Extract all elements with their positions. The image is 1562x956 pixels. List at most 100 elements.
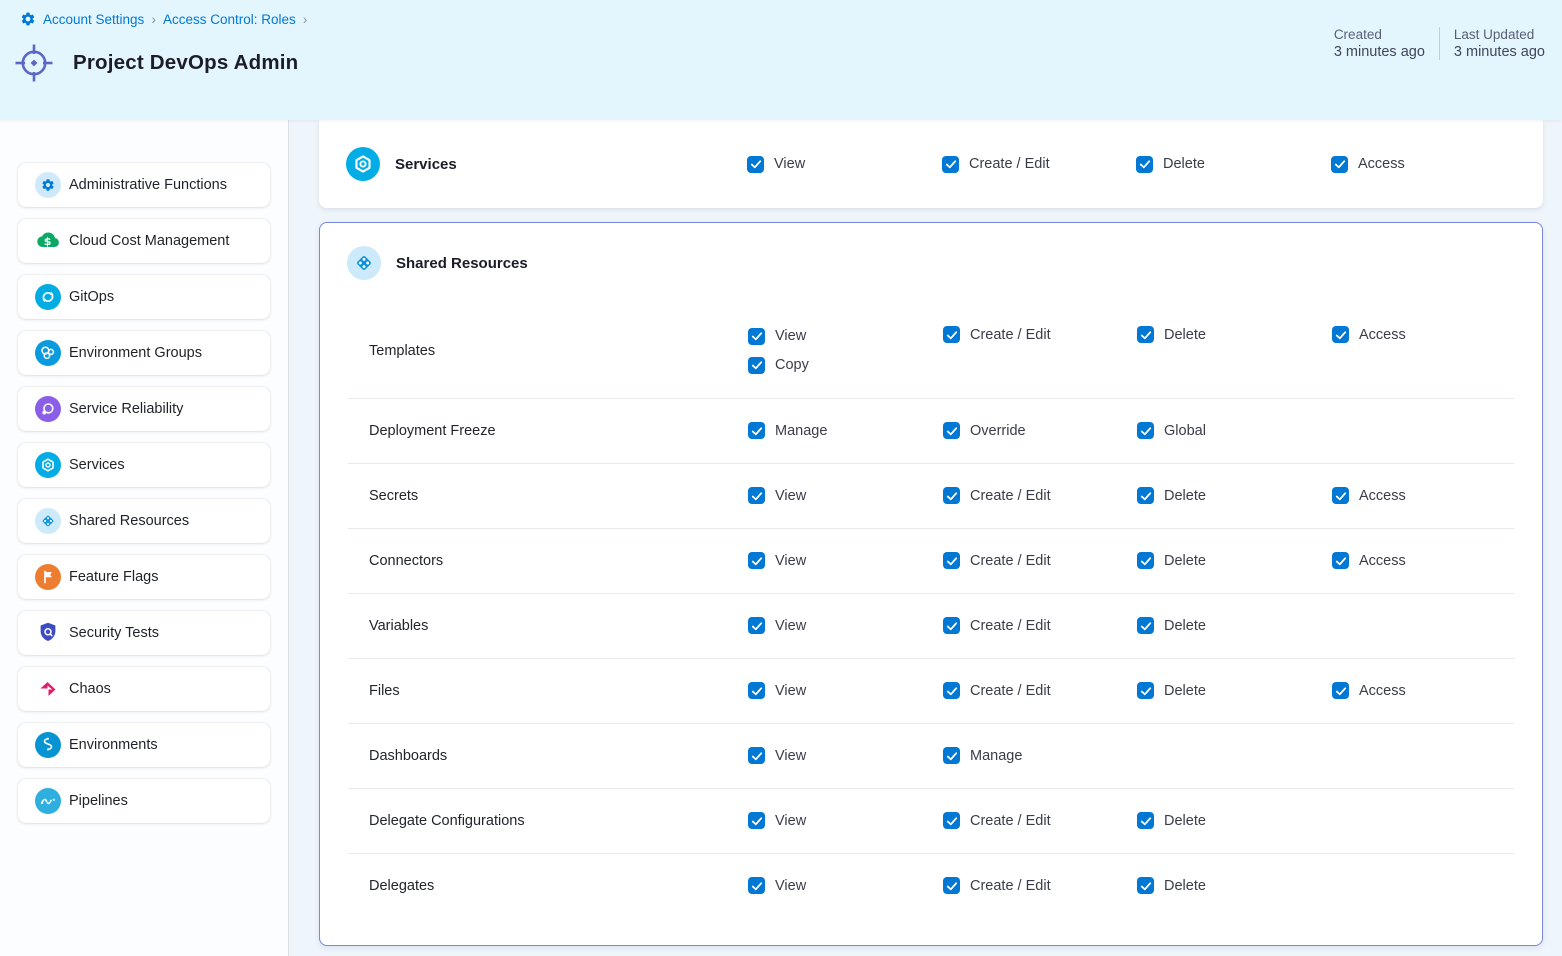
checkbox-services-access[interactable] [1331,156,1348,173]
permission-cell: Manage [943,747,1137,764]
created-block: Created 3 minutes ago [1334,27,1425,60]
permission-label: Create / Edit [970,327,1051,343]
permission-delegate-configurations-view[interactable]: View [748,812,806,829]
services-card: Services ViewCreate / EditDeleteAccess [319,120,1543,208]
permission-services-access[interactable]: Access [1331,156,1405,173]
checkbox-files-delete[interactable] [1137,682,1154,699]
permission-variables-create-edit[interactable]: Create / Edit [943,617,1051,634]
checkbox-files-access[interactable] [1332,682,1349,699]
checkbox-services-create-edit[interactable] [942,156,959,173]
permission-deployment-freeze-manage[interactable]: Manage [748,422,827,439]
checkbox-delegate-configurations-delete[interactable] [1137,812,1154,829]
permission-cell: Create / Edit [943,682,1137,699]
checkbox-deployment-freeze-override[interactable] [943,422,960,439]
breadcrumb-account-settings[interactable]: Account Settings [43,12,144,27]
checkbox-variables-delete[interactable] [1137,617,1154,634]
permission-templates-access[interactable]: Access [1332,326,1406,343]
permission-delegate-configurations-delete[interactable]: Delete [1137,812,1206,829]
permission-label: Manage [970,748,1022,764]
checkbox-templates-access[interactable] [1332,326,1349,343]
checkbox-connectors-delete[interactable] [1137,552,1154,569]
permission-row-variables: VariablesViewCreate / EditDelete [320,593,1542,658]
checkbox-files-view[interactable] [748,682,765,699]
sidebar-item-shared-resources[interactable]: Shared Resources [18,499,270,543]
breadcrumb-separator: › [303,12,308,26]
permission-templates-copy[interactable]: Copy [748,357,809,374]
checkbox-variables-create-edit[interactable] [943,617,960,634]
checkbox-connectors-access[interactable] [1332,552,1349,569]
permission-row-deployment-freeze: Deployment FreezeManageOverrideGlobal [320,398,1542,463]
checkbox-delegates-delete[interactable] [1137,877,1154,894]
sidebar-item-service-reliability[interactable]: Service Reliability [18,387,270,431]
permission-files-access[interactable]: Access [1332,682,1406,699]
checkbox-secrets-create-edit[interactable] [943,487,960,504]
checkbox-connectors-view[interactable] [748,552,765,569]
permission-label: View [775,748,806,764]
checkbox-deployment-freeze-manage[interactable] [748,422,765,439]
checkbox-delegates-view[interactable] [748,877,765,894]
permission-variables-view[interactable]: View [748,617,806,634]
checkbox-templates-create-edit[interactable] [943,326,960,343]
permission-secrets-access[interactable]: Access [1332,487,1406,504]
checkbox-delegate-configurations-create-edit[interactable] [943,812,960,829]
permission-connectors-access[interactable]: Access [1332,552,1406,569]
permission-secrets-view[interactable]: View [748,487,806,504]
permission-connectors-delete[interactable]: Delete [1137,552,1206,569]
sidebar-item-chaos[interactable]: Chaos [18,667,270,711]
sidebar-item-pipelines[interactable]: Pipelines [18,779,270,823]
checkbox-dashboards-view[interactable] [748,747,765,764]
shared-resources-card: Shared Resources TemplatesViewCopyCreate… [319,222,1543,946]
checkbox-delegates-create-edit[interactable] [943,877,960,894]
permission-templates-create-edit[interactable]: Create / Edit [943,326,1051,343]
permission-delegate-configurations-create-edit[interactable]: Create / Edit [943,812,1051,829]
checkbox-variables-view[interactable] [748,617,765,634]
permission-connectors-view[interactable]: View [748,552,806,569]
permission-files-view[interactable]: View [748,682,806,699]
permission-files-delete[interactable]: Delete [1137,682,1206,699]
sidebar-item-administrative-functions[interactable]: Administrative Functions [18,163,270,207]
page-title-row: Project DevOps Admin [11,40,298,86]
permission-label: Delete [1164,327,1206,343]
permission-deployment-freeze-global[interactable]: Global [1137,422,1206,439]
permission-cell: View [748,877,943,894]
checkbox-templates-copy[interactable] [748,357,765,374]
permission-services-create-edit[interactable]: Create / Edit [942,156,1050,173]
sidebar-item-cloud-cost-management[interactable]: $Cloud Cost Management [18,219,270,263]
permission-templates-view[interactable]: View [748,328,806,345]
checkbox-secrets-delete[interactable] [1137,487,1154,504]
sidebar-item-label: Cloud Cost Management [69,233,229,249]
permission-dashboards-view[interactable]: View [748,747,806,764]
checkbox-templates-view[interactable] [748,328,765,345]
sidebar-item-gitops[interactable]: GitOps [18,275,270,319]
permission-secrets-create-edit[interactable]: Create / Edit [943,487,1051,504]
checkbox-connectors-create-edit[interactable] [943,552,960,569]
permission-delegates-view[interactable]: View [748,877,806,894]
permission-deployment-freeze-override[interactable]: Override [943,422,1026,439]
permission-templates-delete[interactable]: Delete [1137,326,1206,343]
breadcrumb-access-control-roles[interactable]: Access Control: Roles [163,12,296,27]
checkbox-deployment-freeze-global[interactable] [1137,422,1154,439]
checkbox-files-create-edit[interactable] [943,682,960,699]
permission-files-create-edit[interactable]: Create / Edit [943,682,1051,699]
permission-services-delete[interactable]: Delete [1136,156,1205,173]
sidebar-item-services[interactable]: Services [18,443,270,487]
checkbox-services-delete[interactable] [1136,156,1153,173]
checkbox-services-view[interactable] [747,156,764,173]
checkbox-templates-delete[interactable] [1137,326,1154,343]
checkbox-dashboards-manage[interactable] [943,747,960,764]
permission-services-view[interactable]: View [747,156,805,173]
permission-cell: Global [1137,422,1332,439]
permission-variables-delete[interactable]: Delete [1137,617,1206,634]
checkbox-secrets-access[interactable] [1332,487,1349,504]
checkbox-secrets-view[interactable] [748,487,765,504]
permission-dashboards-manage[interactable]: Manage [943,747,1022,764]
sidebar-item-environment-groups[interactable]: Environment Groups [18,331,270,375]
sidebar-item-environments[interactable]: Environments [18,723,270,767]
permission-delegates-create-edit[interactable]: Create / Edit [943,877,1051,894]
sidebar-item-security-tests[interactable]: Security Tests [18,611,270,655]
permission-secrets-delete[interactable]: Delete [1137,487,1206,504]
sidebar-item-feature-flags[interactable]: Feature Flags [18,555,270,599]
permission-connectors-create-edit[interactable]: Create / Edit [943,552,1051,569]
permission-delegates-delete[interactable]: Delete [1137,877,1206,894]
checkbox-delegate-configurations-view[interactable] [748,812,765,829]
